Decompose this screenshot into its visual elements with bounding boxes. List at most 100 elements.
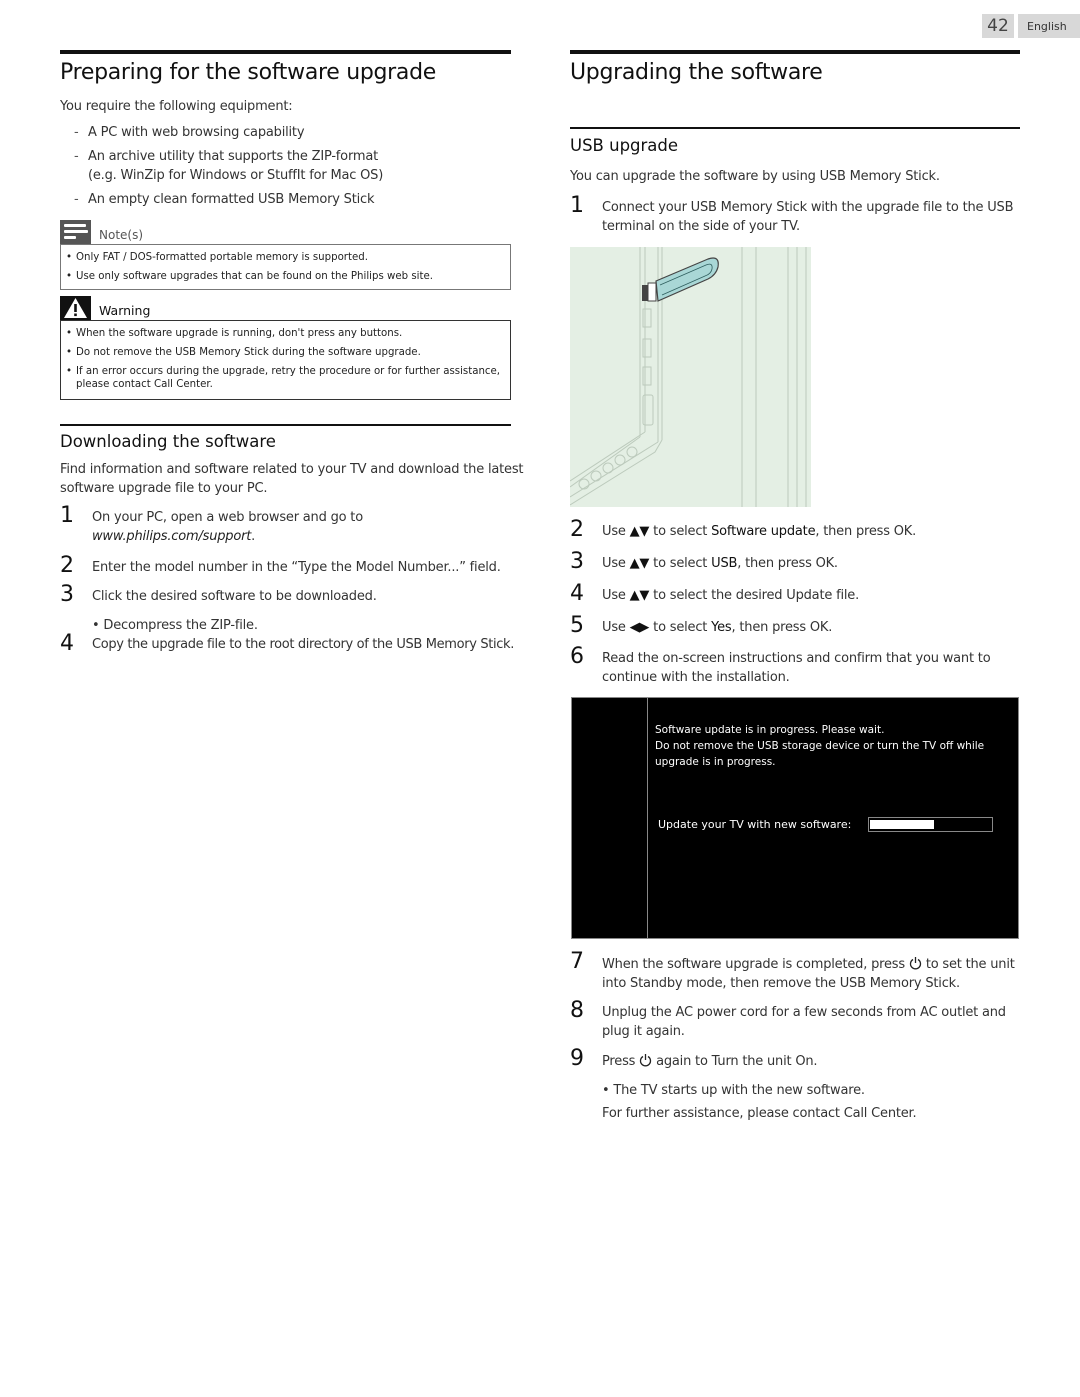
step-text: Enter the model number in the “Type the … [92,560,501,575]
section-rule [570,50,1020,54]
note-icon [60,220,91,244]
equipment-text: An archive utility that supports the ZIP… [88,149,378,164]
step-number: 5 [570,613,584,638]
screen-line: Software update is in progress. Please w… [655,724,885,736]
screen-line: upgrade is in progress. [655,756,776,768]
notes-label: Note(s) [99,228,144,242]
step-sub-text: The TV starts up with the new software. [613,1083,865,1098]
notes-box: • Only FAT / DOS-formatted portable memor… [60,244,511,290]
step-text-line: Unplug the AC power cord for a few secon… [602,1005,1006,1020]
step-text-line: plug it again. [602,1024,685,1039]
power-icon [640,1054,652,1067]
warning-item: • If an error occurs during the upgrade, … [66,365,506,391]
screen-message: Software update is in progress. Please w… [655,722,984,770]
warning-triangle-icon [60,296,91,320]
tv-side-panel-drawing [570,247,807,507]
menu-item-ref: Yes [711,620,732,635]
step-number: 3 [60,582,74,607]
progress-fill [870,820,934,829]
step-text: Unplug the AC power cord for a few secon… [602,1003,1006,1041]
equipment-item: -A PC with web browsing capability [74,125,305,140]
menu-item-ref: Software update [711,524,816,539]
step-number: 3 [570,549,584,574]
step-sub-item: • The TV starts up with the new software… [602,1083,865,1098]
page-title-right: Upgrading the software [570,60,823,85]
step-text-line: On your PC, open a web browser and go to [92,510,363,525]
equipment-text: A PC with web browsing capability [88,125,305,140]
up-down-arrows-icon: ▲▼ [629,524,650,539]
note-text: Use only software upgrades that can be f… [76,271,433,282]
warning-box: • When the software upgrade is running, d… [60,320,511,400]
step-word: , then press OK. [737,556,838,571]
step-text-line: terminal on the side of your TV. [602,219,800,234]
download-intro: Find information and software related to… [60,460,524,498]
step-text: Connect your USB Memory Stick with the u… [602,198,1014,236]
step-word: Press [602,1054,636,1069]
step-word: Use [602,620,626,635]
step-number: 4 [570,581,584,606]
page-number: 42 [982,14,1014,38]
step-word: to select [653,556,708,571]
step-text-line: into Standby mode, then remove the USB M… [602,976,960,991]
download-intro-line: software upgrade file to your PC. [60,481,268,496]
step-number: 2 [570,517,584,542]
step-text: Use ▲▼ to select Software update, then p… [602,522,916,541]
step-number: 9 [570,1046,584,1071]
step-text-line: Connect your USB Memory Stick with the u… [602,200,1014,215]
page-title-left: Preparing for the software upgrade [60,60,436,85]
step-number: 1 [60,503,74,528]
step-text: Click the desired software to be downloa… [92,589,377,604]
note-text: Only FAT / DOS-formatted portable memory… [76,252,368,263]
step-text: Read the on-screen instructions and conf… [602,649,991,687]
step-number: 6 [570,644,584,669]
download-title: Downloading the software [60,432,276,451]
equipment-item: - An archive utility that supports the ZI… [74,149,384,183]
update-progress-bar [868,817,993,832]
step-word: When the software upgrade is completed, … [602,957,905,972]
download-intro-line: Find information and software related to… [60,462,524,477]
menu-item-ref: USB [711,556,738,571]
warning-text: Do not remove the USB Memory Stick durin… [76,347,421,358]
step-number: 4 [60,631,74,656]
equipment-item: - An empty clean formatted USB Memory Sti… [74,192,375,207]
section-rule [60,50,511,54]
step-text: Press again to Turn the unit On. [602,1052,818,1071]
step-word: , then press OK. [731,620,833,635]
warning-label: Warning [99,302,151,318]
screen-divider [647,698,648,938]
step-word: , then press OK. [815,524,917,539]
warning-item: • When the software upgrade is running, d… [66,328,403,339]
step-number: 2 [60,553,74,578]
step-text: Use ◀▶ to select Yes, then press OK. [602,618,832,637]
usb-upgrade-title: USB upgrade [570,136,679,155]
step-word: to select [653,620,708,635]
equipment-intro: You require the following equipment: [60,99,293,114]
equipment-text: An empty clean formatted USB Memory Stic… [88,192,375,207]
step-number: 8 [570,998,584,1023]
step-word: Use [602,524,626,539]
up-down-arrows-icon: ▲▼ [629,588,650,603]
step-sub-item: • Decompress the ZIP-file. [92,618,258,633]
step-text: Use ▲▼ to select USB, then press OK. [602,554,838,573]
section-rule [570,127,1020,129]
footer-note: For further assistance, please contact C… [602,1106,917,1121]
warning-text: When the software upgrade is running, do… [76,328,403,339]
progress-label: Update your TV with new software: [658,818,852,831]
step-sub-text: Decompress the ZIP-file. [103,618,258,633]
step-word: Use [602,588,626,603]
up-down-arrows-icon: ▲▼ [629,556,650,571]
notes-header: Note(s) [60,220,143,244]
step-word: to select [653,524,708,539]
step-word: to select the desired Update file. [653,588,859,603]
usb-intro: You can upgrade the software by using US… [570,169,940,184]
step-text-line: continue with the installation. [602,670,790,685]
step-text: On your PC, open a web browser and go to… [92,508,363,546]
support-link[interactable]: www.philips.com/support [92,529,251,544]
punct: . [251,529,256,544]
warning-item: • Do not remove the USB Memory Stick duri… [66,347,421,358]
section-rule [60,424,511,426]
page-language: English [1018,14,1080,38]
warning-text: If an error occurs during the upgrade, r… [76,366,501,390]
step-text: Use ▲▼ to select the desired Update file… [602,586,859,605]
step-number: 7 [570,949,584,974]
